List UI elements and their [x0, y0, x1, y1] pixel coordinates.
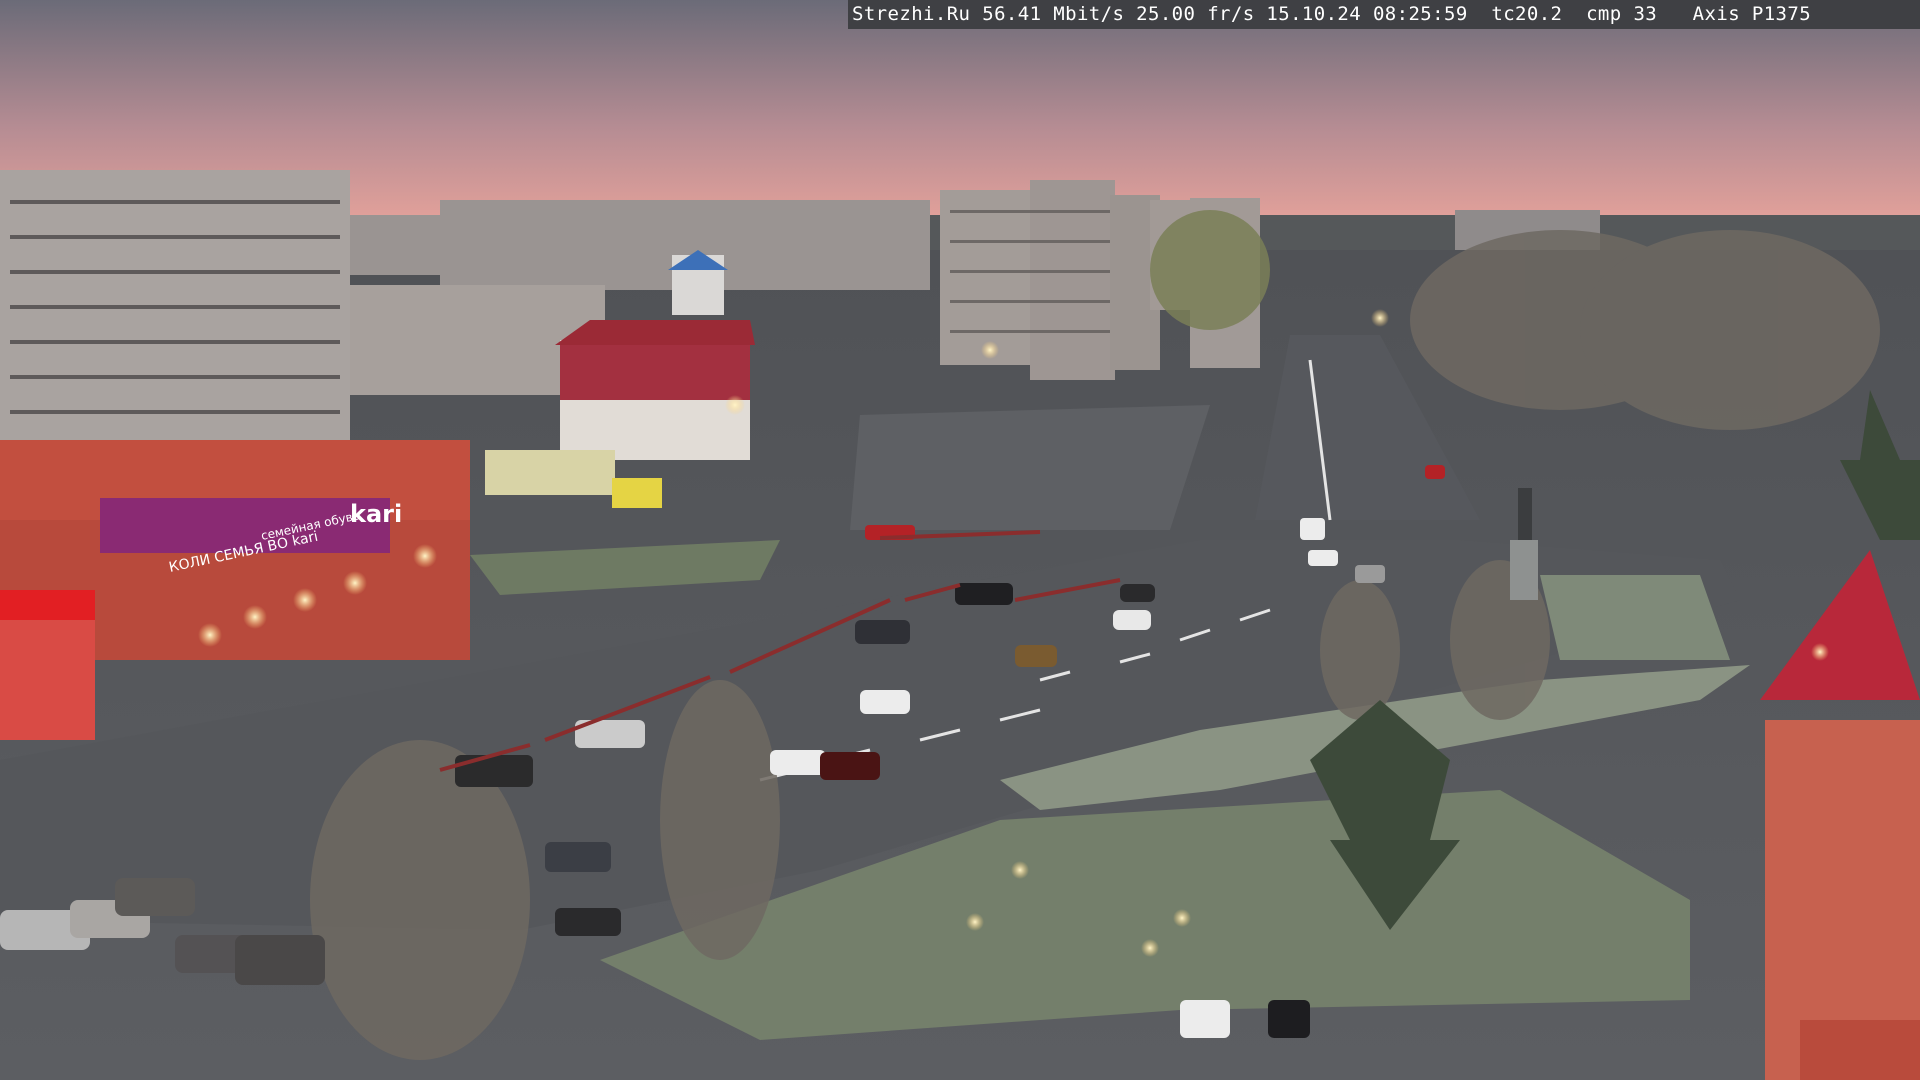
green-kiosk	[485, 450, 615, 495]
central-plaza	[850, 405, 1210, 530]
camera-osd-overlay: Strezhi.Ru 56.41 Mbit/s 25.00 fr/s 15.10…	[848, 0, 1920, 29]
monument-pedestal	[1510, 540, 1538, 600]
webcam-frame: kari КОЛИ СЕМЬЯ ВО kari семейная обувь S…	[0, 0, 1920, 1080]
osd-framerate: 25.00 fr/s	[1136, 3, 1255, 25]
osd-site: Strezhi.Ru	[852, 3, 971, 25]
osd-date: 15.10.24	[1266, 3, 1362, 25]
grass-right	[1540, 575, 1730, 660]
osd-cmp: cmp 33	[1586, 3, 1658, 25]
osd-tc: tc20.2	[1491, 3, 1563, 25]
red-roof-building	[555, 320, 755, 460]
osd-camera-model: Axis P1375	[1692, 3, 1812, 25]
osd-bitrate: 56.41 Mbit/s	[982, 3, 1125, 25]
osd-time: 08:25:59	[1372, 3, 1468, 25]
monument-statue	[1518, 488, 1532, 540]
city-scene: kari КОЛИ СЕМЬЯ ВО kari семейная обувь	[0, 0, 1920, 1080]
akvafon-sign	[612, 478, 662, 508]
